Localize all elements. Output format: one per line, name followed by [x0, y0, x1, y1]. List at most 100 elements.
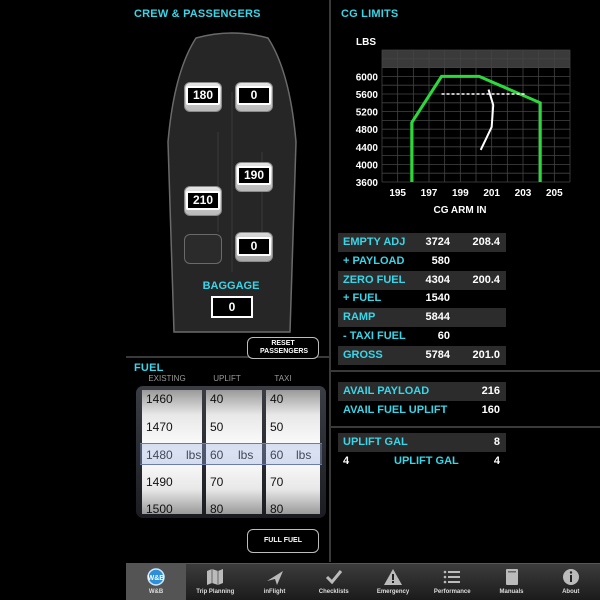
- cg-limits-chart: 3600 4000 4400 4800 5200 5600 6000 195 197 199 20…: [356, 37, 571, 216]
- seat-front-right-weight[interactable]: 0: [237, 86, 271, 105]
- weights-row: EMPTY ADJ 3724 208.4: [338, 233, 506, 252]
- existing-option: 1460: [146, 392, 173, 406]
- tab-checklists[interactable]: Checklists: [304, 564, 364, 600]
- wb-icon: W&B: [147, 568, 165, 586]
- avail-fuel-uplift-row: AVAIL FUEL UPLIFT 160: [338, 401, 506, 420]
- weights-row-weight: 5844: [425, 311, 450, 324]
- uplift-gal-row: UPLIFT GAL 8: [338, 433, 506, 452]
- y-tick-label: 4400: [356, 143, 379, 154]
- seat-middle-right-weight[interactable]: 190: [237, 166, 271, 185]
- weights-row: - TAXI FUEL 60: [338, 327, 506, 346]
- reset-passengers-button[interactable]: RESET PASSENGERS: [247, 337, 319, 359]
- weights-row-weight: 5784: [425, 348, 450, 361]
- tab-bar: W&B W&B Trip Planning inFlight Checklists Eme…: [126, 563, 600, 600]
- baggage-weight[interactable]: 0: [211, 296, 253, 318]
- uplift-gal-value-2: 4: [493, 455, 500, 467]
- tab-label: Emergency: [376, 589, 410, 595]
- x-tick-label: 195: [389, 188, 406, 199]
- seat-rear-right-weight[interactable]: 0: [237, 237, 271, 256]
- weights-row-label: GROSS: [343, 348, 383, 361]
- uplift-gal-label: UPLIFT GAL: [343, 436, 408, 448]
- book-icon: [505, 569, 518, 585]
- picker-selection-bar: [140, 443, 322, 465]
- baggage-label: BAGGAGE: [202, 280, 260, 292]
- taxi-column-header: TAXI: [274, 374, 292, 383]
- y-tick-label: 3600: [356, 178, 379, 189]
- tab-label: Checklists: [318, 589, 349, 595]
- reset-passengers-label: RESET PASSENGERS: [260, 340, 309, 355]
- uplift-gal-row-2: 4 UPLIFT GAL 4: [338, 452, 506, 471]
- y-tick-label: 5600: [356, 90, 379, 101]
- taxi-option: 50: [270, 420, 284, 434]
- weights-row: RAMP 5844: [338, 308, 506, 328]
- uplift-option: 70: [210, 475, 224, 489]
- full-fuel-button[interactable]: FULL FUEL: [247, 529, 319, 553]
- weights-row-weight: 60: [437, 330, 450, 342]
- empty-seat-icon[interactable]: [184, 234, 222, 264]
- plane-icon: [266, 571, 283, 585]
- weights-row-label: EMPTY ADJ: [343, 236, 406, 248]
- existing-option: 1470: [146, 420, 173, 434]
- y-tick-label: 5200: [356, 108, 379, 119]
- seat-middle-left-weight[interactable]: 210: [186, 191, 220, 210]
- y-tick-label: 4800: [356, 125, 379, 136]
- x-tick-label: 203: [515, 188, 532, 199]
- x-axis-label: CG ARM IN: [434, 205, 487, 216]
- weights-row-arm: 201.0: [472, 348, 500, 361]
- x-tick-label: 197: [421, 188, 438, 199]
- map-icon: [207, 569, 224, 585]
- list-icon: [443, 570, 461, 584]
- tab-label: Performance: [433, 589, 471, 595]
- tab-label: Trip Planning: [196, 589, 235, 595]
- weights-row: ZERO FUEL 4304 200.4: [338, 270, 506, 290]
- weights-row: + PAYLOAD 580: [338, 252, 506, 271]
- uplift-option: 50: [210, 420, 224, 434]
- tab-label: inFlight: [263, 589, 286, 595]
- tab-performance[interactable]: Performance: [422, 564, 482, 600]
- weights-row-weight: 3724: [425, 236, 450, 248]
- x-tick-label: 201: [483, 188, 500, 199]
- weights-row-weight: 1540: [425, 292, 450, 305]
- x-tick-label: 205: [546, 188, 563, 199]
- tab-label: W&B: [148, 589, 164, 595]
- avail-payload-row: AVAIL PAYLOAD 216: [338, 382, 506, 401]
- tab-emergency[interactable]: Emergency: [363, 564, 423, 600]
- x-tick-label: 199: [452, 188, 469, 199]
- avail-fuel-uplift-value: 160: [481, 404, 500, 416]
- tab-trip-planning[interactable]: Trip Planning: [185, 564, 245, 600]
- weights-row-weight: 580: [431, 254, 450, 267]
- existing-option: 1500: [146, 502, 173, 514]
- weights-row-weight: 4304: [425, 273, 450, 286]
- chart-grid: [381, 49, 571, 183]
- uplift-option: 80: [210, 502, 224, 514]
- y-axis-label: LBS: [356, 37, 376, 48]
- cg-limits-title: CG LIMITS: [341, 8, 399, 20]
- uplift-gal-label-2: UPLIFT GAL: [394, 455, 459, 467]
- section-divider: [330, 426, 600, 428]
- tab-inflight[interactable]: inFlight: [245, 564, 305, 600]
- weights-row-label: + FUEL: [343, 292, 382, 305]
- tab-label: About: [562, 589, 580, 595]
- weights-row-arm: 200.4: [472, 273, 500, 286]
- taxi-option: 40: [270, 392, 284, 406]
- uplift-option: 40: [210, 392, 224, 406]
- existing-option: 1490: [146, 475, 173, 489]
- avail-fuel-uplift-label: AVAIL FUEL UPLIFT: [343, 404, 448, 416]
- section-divider: [330, 370, 600, 372]
- weights-row-label: - TAXI FUEL: [343, 330, 406, 342]
- tab-w-b[interactable]: W&B W&B: [126, 564, 186, 600]
- info-icon: [562, 569, 579, 585]
- warning-icon: [384, 569, 402, 585]
- uplift-column-header: UPLIFT: [213, 374, 241, 383]
- avail-payload-label: AVAIL PAYLOAD: [343, 385, 430, 397]
- panel-divider: [329, 0, 331, 562]
- tab-manuals[interactable]: Manuals: [482, 564, 542, 600]
- taxi-option: 70: [270, 475, 284, 489]
- weights-row: GROSS 5784 201.0: [338, 345, 506, 365]
- seat-front-left-weight[interactable]: 180: [186, 86, 220, 105]
- existing-column-header: EXISTING: [148, 374, 186, 383]
- taxi-option: 80: [270, 502, 284, 514]
- svg-text:W&B: W&B: [148, 575, 165, 582]
- crew-passengers-title: CREW & PASSENGERS: [134, 8, 261, 20]
- tab-about[interactable]: About: [541, 564, 600, 600]
